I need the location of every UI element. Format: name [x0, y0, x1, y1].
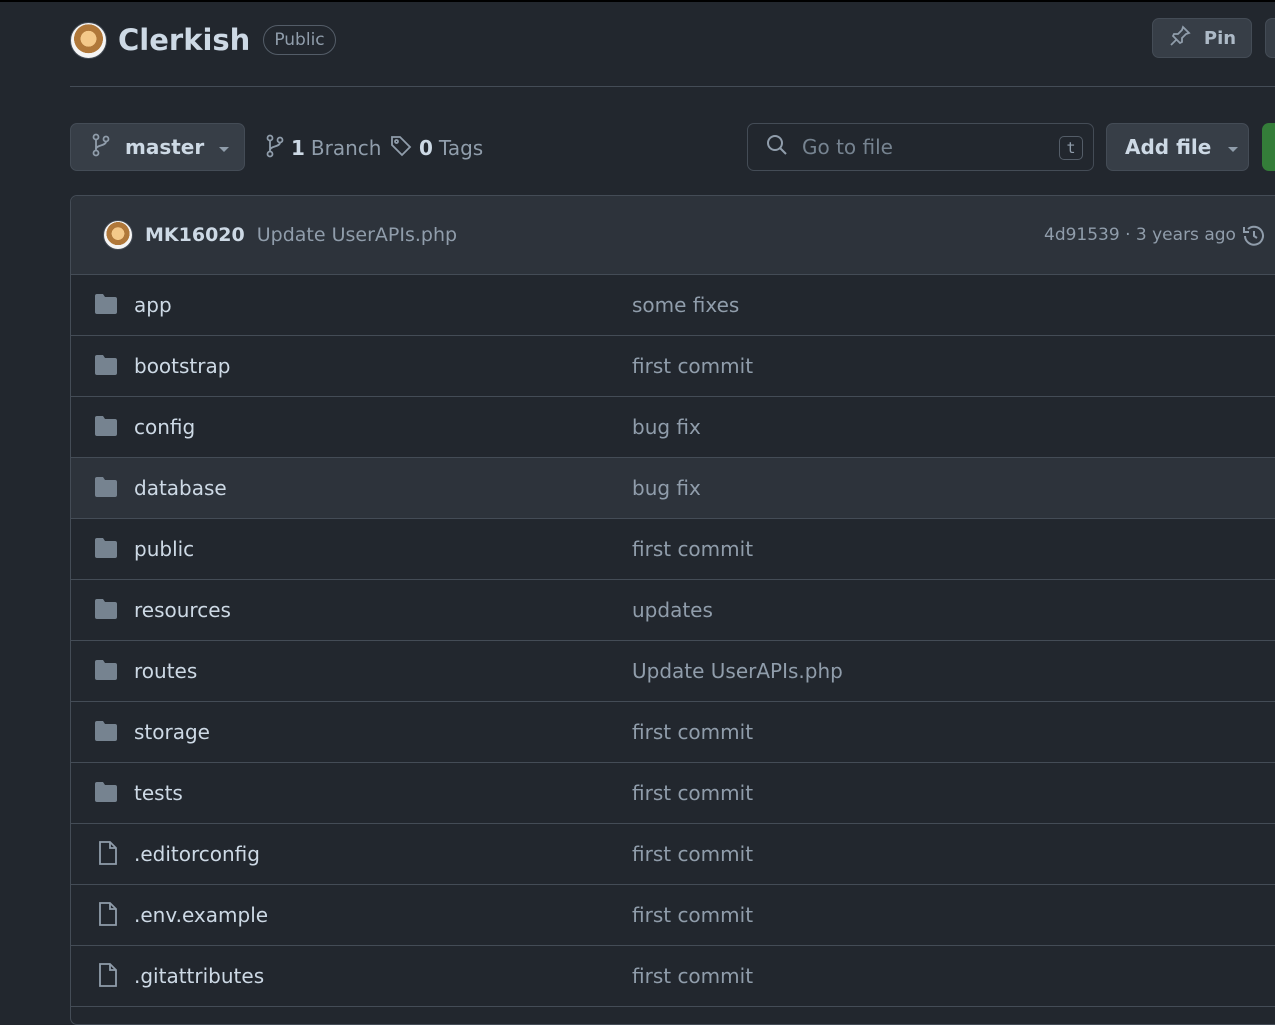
branch-selector[interactable]: master	[70, 123, 245, 171]
folder-icon	[94, 659, 118, 685]
file-commit-message[interactable]: some fixes	[632, 293, 739, 317]
file-name-link[interactable]: storage	[134, 720, 210, 744]
file-row[interactable]: public first commit	[71, 519, 1275, 580]
file-row[interactable]: .env.example first commit	[71, 885, 1275, 946]
file-commit-message[interactable]: bug fix	[632, 415, 701, 439]
branches-label: Branch	[310, 136, 382, 160]
file-row[interactable]: tests first commit	[71, 763, 1275, 824]
folder-icon	[94, 476, 118, 502]
file-commit-message[interactable]: first commit	[632, 903, 753, 927]
git-branch-icon	[91, 133, 111, 162]
commit-author[interactable]: MK16020	[145, 224, 245, 246]
file-row[interactable]: bootstrap first commit	[71, 336, 1275, 397]
file-commit-message[interactable]: first commit	[632, 842, 753, 866]
file-row[interactable]: routes Update UserAPIs.php	[71, 641, 1275, 702]
pin-button[interactable]: Pin	[1152, 18, 1252, 58]
add-file-label: Add file	[1125, 135, 1212, 159]
file-row[interactable]: .editorconfig first commit	[71, 824, 1275, 885]
file-commit-message[interactable]: Update UserAPIs.php	[632, 659, 843, 683]
watch-button[interactable]	[1265, 18, 1275, 58]
branch-name: master	[125, 135, 205, 159]
repo-header: Clerkish Public	[70, 20, 336, 60]
tags-link[interactable]: 0 Tags	[389, 134, 483, 162]
file-commit-message[interactable]: first commit	[632, 964, 753, 988]
file-row[interactable]: database bug fix	[71, 458, 1275, 519]
commit-age: 3 years ago	[1135, 225, 1236, 245]
branches-link[interactable]: 1 Branch	[265, 134, 381, 162]
go-to-file-search[interactable]: t	[747, 123, 1094, 171]
commit-message[interactable]: Update UserAPIs.php	[257, 224, 457, 246]
file-commit-message[interactable]: updates	[632, 598, 713, 622]
file-commit-message[interactable]: bug fix	[632, 476, 701, 500]
file-row[interactable]: app some fixes	[71, 275, 1275, 336]
file-row[interactable]: config bug fix	[71, 397, 1275, 458]
file-icon	[97, 962, 119, 992]
file-commit-message[interactable]: first commit	[632, 781, 753, 805]
code-button[interactable]	[1262, 123, 1275, 171]
file-name-link[interactable]: config	[134, 415, 195, 439]
file-icon	[97, 840, 119, 870]
chevron-down-icon	[1227, 135, 1239, 159]
file-row[interactable]: storage first commit	[71, 702, 1275, 763]
file-name-link[interactable]: tests	[134, 781, 183, 805]
folder-icon	[94, 415, 118, 441]
file-name-link[interactable]: public	[134, 537, 194, 561]
file-name-link[interactable]: .env.example	[134, 903, 268, 927]
latest-commit-bar: MK16020 Update UserAPIs.php 4d91539 · 3 …	[71, 196, 1275, 275]
file-commit-message[interactable]: first commit	[632, 354, 753, 378]
commit-separator: ·	[1119, 225, 1136, 245]
pin-label: Pin	[1203, 27, 1237, 49]
commit-hash[interactable]: 4d91539	[1044, 225, 1120, 245]
file-name-link[interactable]: .gitattributes	[134, 964, 264, 988]
folder-icon	[94, 781, 118, 807]
folder-icon	[94, 537, 118, 563]
commit-meta: 4d91539 · 3 years ago	[1044, 225, 1236, 245]
visibility-badge: Public	[263, 25, 336, 55]
git-branch-icon	[265, 134, 285, 163]
keyboard-shortcut-hint: t	[1059, 136, 1083, 160]
file-commit-message[interactable]: first commit	[632, 537, 753, 561]
folder-icon	[94, 354, 118, 380]
file-name-link[interactable]: routes	[134, 659, 197, 683]
owner-avatar[interactable]	[70, 21, 107, 59]
commit-author-avatar[interactable]	[103, 220, 133, 250]
header-divider	[70, 86, 1275, 87]
tags-count: 0	[419, 136, 433, 160]
folder-icon	[94, 598, 118, 624]
chevron-down-icon	[218, 135, 230, 159]
file-table: MK16020 Update UserAPIs.php 4d91539 · 3 …	[70, 195, 1275, 1025]
branches-count: 1	[291, 136, 305, 160]
repo-title[interactable]: Clerkish	[118, 23, 250, 57]
file-row[interactable]: resources updates	[71, 580, 1275, 641]
history-icon[interactable]	[1241, 223, 1267, 253]
search-icon	[766, 134, 788, 160]
file-name-link[interactable]: database	[134, 476, 227, 500]
file-commit-message[interactable]: first commit	[632, 720, 753, 744]
add-file-button[interactable]: Add file	[1106, 123, 1249, 171]
file-name-link[interactable]: bootstrap	[134, 354, 230, 378]
file-name-link[interactable]: app	[134, 293, 172, 317]
folder-icon	[94, 293, 118, 319]
file-icon	[97, 901, 119, 931]
tag-icon	[389, 134, 413, 163]
top-edge-line	[0, 0, 1275, 2]
pin-icon	[1168, 24, 1192, 53]
file-name-link[interactable]: resources	[134, 598, 231, 622]
search-input[interactable]	[800, 134, 1030, 160]
file-name-link[interactable]: .editorconfig	[134, 842, 260, 866]
folder-icon	[94, 720, 118, 746]
tags-label: Tags	[438, 136, 484, 160]
file-row[interactable]: .gitattributes first commit	[71, 946, 1275, 1007]
